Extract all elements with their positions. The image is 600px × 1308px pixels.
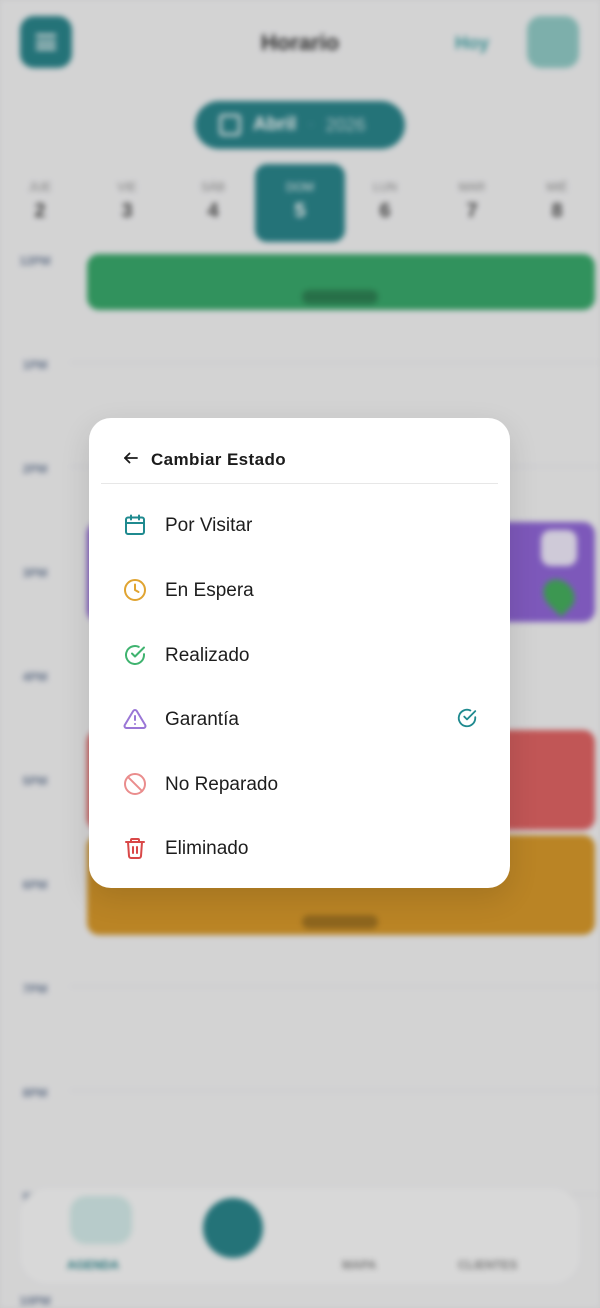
status-option-eliminado[interactable]: Eliminado bbox=[89, 816, 510, 880]
status-option-por-visitar[interactable]: Por Visitar bbox=[89, 493, 510, 557]
clock-icon bbox=[124, 579, 146, 601]
back-button[interactable] bbox=[121, 448, 141, 468]
change-status-modal: Cambiar Estado Por Visitar En Espera Rea… bbox=[89, 418, 510, 888]
status-option-label: Por Visitar bbox=[165, 515, 253, 536]
trash-icon bbox=[125, 838, 145, 859]
selected-check-icon bbox=[457, 708, 477, 728]
status-option-garantia[interactable]: Garantía bbox=[89, 687, 510, 751]
status-option-label: Garantía bbox=[165, 709, 239, 730]
calendar-icon bbox=[125, 514, 145, 535]
modal-title: Cambiar Estado bbox=[151, 450, 287, 469]
status-option-no-reparado[interactable]: No Reparado bbox=[89, 752, 510, 816]
status-option-label: En Espera bbox=[165, 580, 254, 601]
status-option-label: Eliminado bbox=[165, 838, 249, 859]
arrow-left-icon bbox=[124, 452, 138, 464]
prohibited-icon bbox=[124, 773, 146, 795]
status-option-realizado[interactable]: Realizado bbox=[89, 623, 510, 687]
status-option-label: Realizado bbox=[165, 645, 250, 666]
check-circle-icon bbox=[125, 645, 145, 665]
status-option-label: No Reparado bbox=[165, 774, 279, 795]
warning-triangle-icon bbox=[123, 708, 147, 729]
modal-header: Cambiar Estado bbox=[101, 418, 498, 484]
status-option-en-espera[interactable]: En Espera bbox=[89, 558, 510, 622]
